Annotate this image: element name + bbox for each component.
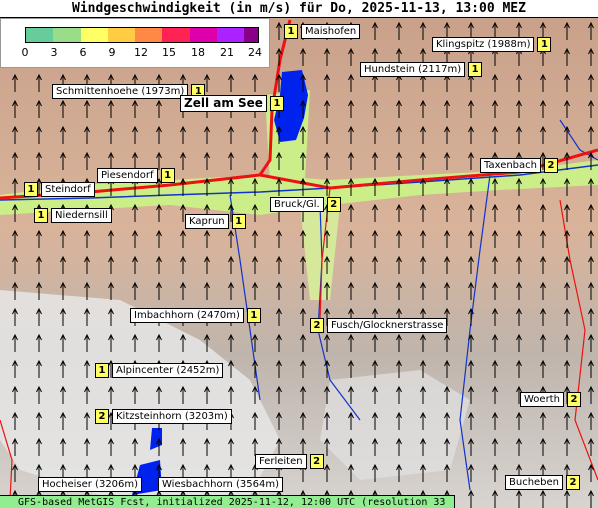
station-label: Wiesbachhorn (3564m) — [158, 477, 284, 492]
station-name: Steindorf — [41, 182, 95, 197]
wind-speed-badge: 1 — [537, 37, 552, 52]
legend-swatch — [162, 28, 190, 42]
wind-speed-badge: 2 — [310, 318, 324, 333]
forecast-info: GFS-based MetGIS Fcst, initialized 2025-… — [0, 495, 455, 508]
legend-swatch — [26, 28, 54, 42]
station-name: Wiesbachhorn (3564m) — [158, 477, 284, 492]
station-label: Piesendorf 1 — [97, 168, 175, 183]
legend-color-bar — [25, 27, 259, 43]
station-name: Kaprun — [185, 214, 229, 229]
wind-speed-badge: 1 — [160, 168, 175, 183]
legend-swatch — [217, 28, 245, 42]
legend-swatch — [135, 28, 163, 42]
legend-swatch — [244, 28, 259, 42]
station-name: Bucheben — [505, 475, 564, 490]
legend-tick: 6 — [79, 46, 87, 59]
wind-speed-badge: 1 — [284, 24, 298, 39]
station-name: Maishofen — [301, 24, 361, 39]
station-label: 1 Niedernsill — [34, 208, 112, 223]
station-label: Taxenbach 2 — [480, 158, 558, 173]
wind-speed-badge: 1 — [468, 62, 483, 77]
wind-speed-badge: 2 — [326, 197, 341, 212]
map-title: Windgeschwindigkeit (in m/s) für Do, 202… — [0, 0, 598, 18]
station-name: Klingspitz (1988m) — [432, 37, 535, 52]
station-name: Kitzsteinhorn (3203m) — [112, 409, 232, 424]
wind-speed-badge: 1 — [246, 308, 261, 323]
legend-tick: 21 — [220, 46, 234, 59]
wind-speed-badge: 1 — [95, 363, 109, 378]
wind-speed-badge: 2 — [544, 158, 558, 173]
wind-speed-badge: 2 — [95, 409, 109, 424]
station-name: Fusch/Glocknerstrasse — [327, 318, 448, 333]
station-label: Hundstein (2117m) 1 — [360, 62, 483, 77]
station-name: Hocheiser (3206m) — [38, 477, 143, 492]
station-label: 2 Fusch/Glocknerstrasse — [310, 318, 448, 333]
station-name: Imbachhorn (2470m) — [130, 308, 244, 323]
station-label: Klingspitz (1988m) 1 — [432, 37, 552, 52]
wind-speed-badge: 1 — [34, 208, 48, 223]
wind-speed-badge: 1 — [269, 96, 284, 111]
legend-tick: 12 — [134, 46, 148, 59]
station-name: Taxenbach — [480, 158, 541, 173]
station-label: Bruck/Gl. 2 — [270, 197, 341, 212]
legend-tick: 0 — [21, 46, 29, 59]
legend-tick: 24 — [248, 46, 262, 59]
station-label: Bucheben 2 — [505, 475, 581, 490]
speed-legend: 0 3 6 9 12 15 18 21 24 — [0, 18, 270, 68]
station-label: Ferleiten 2 — [255, 454, 324, 469]
wind-map: Windgeschwindigkeit (in m/s) für Do, 202… — [0, 0, 598, 508]
station-name: Bruck/Gl. — [270, 197, 324, 212]
wind-speed-badge: 2 — [566, 475, 581, 490]
station-name: Ferleiten — [255, 454, 307, 469]
station-label: 2 Kitzsteinhorn (3203m) — [95, 409, 232, 424]
wind-speed-badge: 1 — [24, 182, 38, 197]
legend-tick: 15 — [162, 46, 176, 59]
station-label: Kaprun 1 — [185, 214, 246, 229]
station-label: Woerth 2 — [520, 392, 581, 407]
wind-speed-badge: 2 — [309, 454, 324, 469]
station-name: Alpincenter (2452m) — [112, 363, 224, 378]
station-label: Imbachhorn (2470m) 1 — [130, 308, 261, 323]
station-name: Hundstein (2117m) — [360, 62, 466, 77]
station-label: Zell am See 1 — [180, 95, 284, 112]
terrain-layer — [0, 0, 598, 508]
legend-swatch — [53, 28, 81, 42]
legend-tick: 3 — [50, 46, 58, 59]
station-label: 1 Steindorf — [24, 182, 95, 197]
wind-speed-badge: 2 — [566, 392, 581, 407]
legend-tick: 9 — [108, 46, 116, 59]
station-name: Piesendorf — [97, 168, 158, 183]
legend-tick: 18 — [191, 46, 205, 59]
station-name: Zell am See — [180, 95, 267, 112]
legend-swatch — [80, 28, 108, 42]
station-name: Schmittenhoehe (1973m) — [52, 84, 189, 99]
station-name: Niedernsill — [51, 208, 112, 223]
station-label: Hocheiser (3206m) — [38, 477, 143, 492]
station-label: 1 Maishofen — [284, 24, 361, 39]
legend-swatch — [107, 28, 136, 42]
station-label: 1 Alpincenter (2452m) — [95, 363, 224, 378]
wind-speed-badge: 1 — [231, 214, 246, 229]
legend-swatch — [189, 28, 218, 42]
station-name: Woerth — [520, 392, 564, 407]
